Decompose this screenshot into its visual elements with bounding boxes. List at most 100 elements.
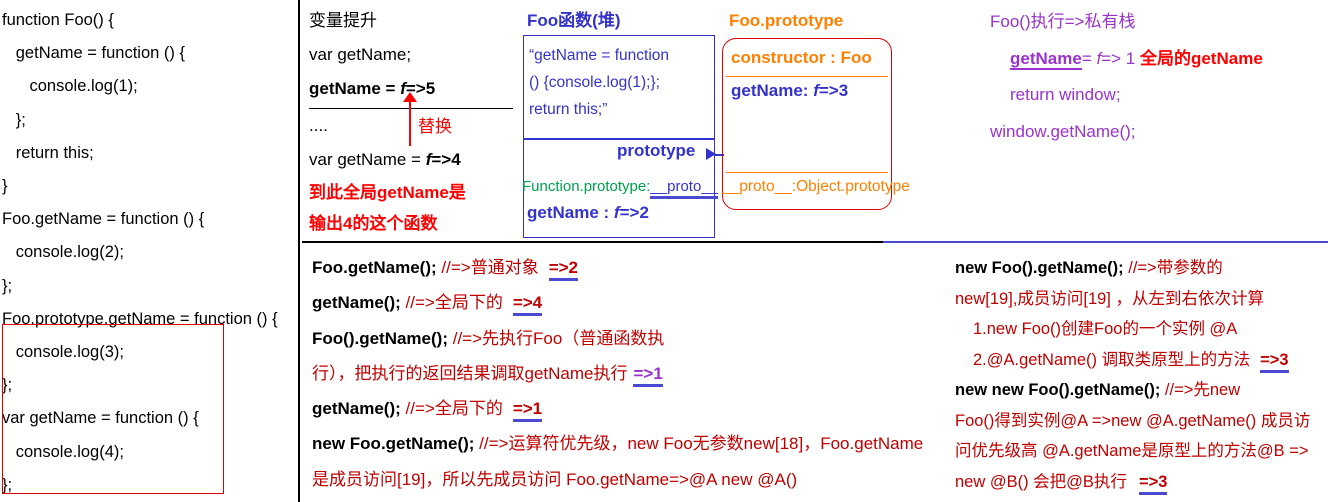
foo-exec-val: => 1 [1101,48,1140,68]
result-line: Foo()得到实例@A =>new @A.getName() 成员访 [955,406,1328,437]
code-line: }; [2,110,26,129]
foo-exec-global-note: 全局的getName [1139,48,1263,68]
hoisting-note-line1: 到此全局getName是 [309,183,466,202]
result-line: 问优先级高 @A.getName是原型上的方法@B => [955,436,1328,467]
foo-prototype-separator-bottom [726,172,888,174]
foo-prototype-constructor-row: constructor : Foo [731,48,872,67]
replace-arrow-shaft [409,98,411,146]
result-comment: //=>全局下的 [405,293,503,313]
hoisting-var4-line: var getName = f=>4 [309,143,509,177]
foo-exec-getname: getName [1010,48,1082,70]
result-comment: 是成员访问[19]，所以先成员访问 Foo.getName=>@A new @A… [312,469,798,489]
result-value: =>1 [512,399,543,423]
result-comment: Foo()得到实例@A =>new @A.getName() 成员访 [955,411,1311,430]
code-line: console.log(3); [2,343,124,362]
code-line: }; [2,376,13,395]
code-line: console.log(4); [2,442,124,461]
code-line: var getName = function () { [2,409,199,428]
replace-label: 替换 [418,117,452,136]
result-line: Foo.getName(); //=>普通对象 =>2 [312,250,882,285]
hoisting-var4-code: var getName = [309,150,426,169]
foo-heap-getname-label: getName : [527,203,614,222]
result-comment: 1.new Foo()创建Foo的一个实例 @A [973,320,1238,338]
code-line: function Foo() { [2,11,114,29]
result-code: new Foo.getName(); [312,434,480,454]
result-line: getName(); //=>全局下的 =>4 [312,285,882,320]
foo-exec-title: Foo()执行=>私有栈 [990,12,1136,31]
result-code: getName(); [312,293,406,313]
foo-execution-stack-block: Foo()执行=>私有栈 getName= f=> 1 全局的getName r… [990,4,1328,150]
function-prototype-row: Function.prototype:__proto__ [522,178,718,199]
result-line: new[19],成员访问[19] ，从左到右依次计算 [955,284,1328,315]
result-value: =>3 [1138,472,1168,495]
result-line: =>new执行函数，也是要先把函数执行，创建它的一个实例=>2 [312,497,882,502]
code-line: Foo.getName = function () { [2,210,205,229]
foo-src-line3: return this;” [529,101,608,118]
code-line: }; [2,276,13,295]
replace-arrow-head-icon [403,92,417,102]
result-code: new new Foo().getName(); [955,381,1165,399]
foo-heap-separator [523,138,714,140]
result-comment: 行），把执行的返回结果调取getName执行 [312,363,628,383]
result-line: new @B() 会把@B执行 =>3 [955,467,1328,498]
result-comment: //=>先new [1164,381,1241,399]
source-code-panel: function Foo() { getName = function () {… [0,0,300,502]
foo-exec-return-line: return window; [1010,85,1121,104]
foo-src-line2: () {console.log(1);}; [529,74,660,91]
execution-results-right: new Foo().getName(); //=>带参数的 new[19],成员… [955,253,1328,497]
result-line: new Foo.getName(); //=>运算符优先级，new Foo无参数… [312,426,923,461]
result-value: =>3 [1260,350,1289,373]
hoisting-assign-code: getName = [309,79,401,98]
result-value: =>2 [548,258,579,281]
foo-exec-assign-line: getName= f=> 1 全局的getName [990,41,1328,78]
execution-results-middle: Foo.getName(); //=>普通对象 =>2 getName(); //… [312,250,923,502]
result-value: =>4 [512,293,543,317]
result-line: new Foo().getName(); //=>带参数的 [955,253,1328,284]
foo-prototype-proto-row: __proto__:Object.prototype [722,178,910,195]
result-comment: //=>带参数的 [1128,259,1223,277]
proto-link: __proto__ [650,178,718,199]
hoisting-var4-val: =>4 [431,150,461,169]
result-line: new new Foo().getName(); //=>先new [955,375,1328,406]
result-line: 行），把执行的返回结果调取getName执行 =>1 [312,356,882,391]
result-line: 是成员访问[19]，所以先成员访问 Foo.getName=>@A new @A… [312,462,882,497]
result-line: Foo().getName(); //=>先执行Foo（普通函数执 [312,321,882,356]
foo-prototype-getname-row: getName: f=>3 [731,81,848,101]
foo-prototype-getname-label: getName: [731,81,814,100]
result-code: Foo.getName(); [312,258,442,277]
result-code: new Foo().getName(); [955,259,1129,277]
prototype-label: prototype [617,141,696,160]
result-comment: 问优先级高 @A.getName是原型上的方法@B => [955,442,1309,460]
result-comment: 2.@A.getName() 调取类原型上的方法 [973,350,1251,369]
result-comment: //=>全局下的 [405,399,503,419]
foo-heap-getname-row: getName : f=>2 [527,203,649,223]
hoisting-title: 变量提升 [309,11,377,30]
result-comment: new[19],成员访问[19] ，从左到右依次计算 [955,289,1264,308]
result-line: getName(); //=>全局下的 =>1 [312,391,882,426]
code-line: return this; [2,143,94,162]
result-line: 2.@A.getName() 调取类原型上的方法 =>3 [955,345,1328,376]
foo-heap-getname-val: =>2 [619,203,649,222]
foo-prototype-title: Foo.prototype [729,11,844,30]
result-comment: //=>先执行Foo（普通函数执 [452,328,665,348]
foo-heap-title: Foo函数(堆) [527,11,621,30]
foo-exec-eq: = [1081,48,1097,68]
result-value: =>1 [633,363,663,387]
code-line: console.log(2); [2,243,124,262]
foo-prototype-separator-top [726,76,888,78]
result-comment: //=>普通对象 [441,258,539,277]
foo-prototype-getname-val: =>3 [818,81,849,100]
result-code: Foo().getName(); [312,328,453,348]
code-line: Foo.prototype.getName = function () { [2,309,278,328]
horizontal-divider-blue [883,241,1328,243]
hoisting-var-line: var getName; [309,45,412,64]
foo-src-line1: “getName = function [529,47,670,64]
code-line: } [2,177,8,196]
function-prototype-text: Function.prototype: [522,178,651,195]
diagram-canvas: function Foo() { getName = function () {… [0,0,1328,502]
result-comment: new @B() 会把@B执行 [955,472,1127,491]
foo-exec-window-call: window.getName(); [990,121,1136,141]
code-line: getName = function () { [2,44,185,63]
horizontal-divider-black [302,241,883,243]
hoisting-note-line2: 输出4的这个函数 [309,214,438,233]
